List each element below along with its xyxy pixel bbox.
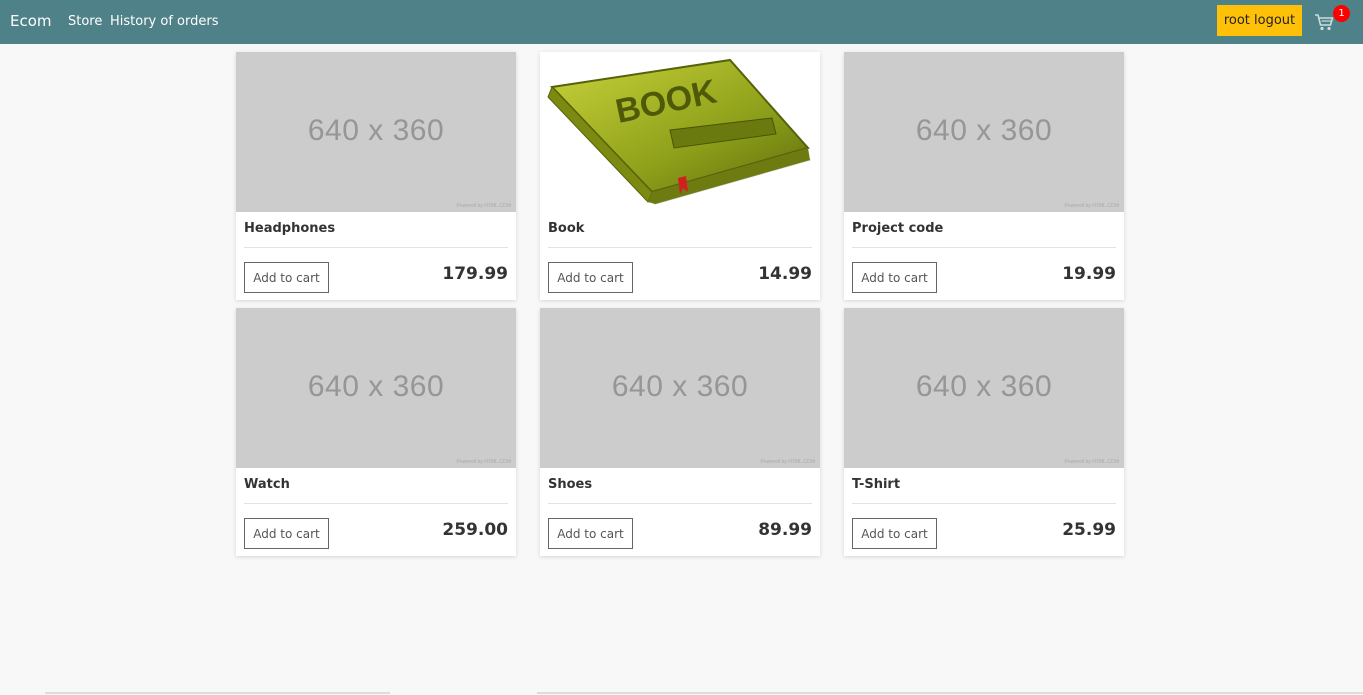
product-name: Project code (852, 221, 944, 236)
product-name: Watch (244, 477, 290, 492)
add-to-cart-button[interactable]: Add to cart (548, 518, 633, 549)
cart-count-badge: 1 (1333, 5, 1350, 22)
card-divider (852, 503, 1116, 504)
brand-logo[interactable]: Ecom (10, 12, 52, 30)
product-card: 640 x 360 Powered by HTML.COM Watch Add … (236, 308, 516, 556)
card-divider (548, 503, 812, 504)
image-watermark: Powered by HTML.COM (1064, 459, 1119, 465)
image-watermark: Powered by HTML.COM (456, 459, 511, 465)
product-name: Book (548, 221, 585, 236)
logout-button[interactable]: root logout (1217, 5, 1302, 36)
product-price: 25.99 (1062, 520, 1116, 540)
product-card: 640 x 360 Powered by HTML.COM Project co… (844, 52, 1124, 300)
shopping-cart-icon[interactable] (1314, 12, 1334, 32)
product-image: 640 x 360 Powered by HTML.COM (236, 52, 516, 212)
image-placeholder-text: 640 x 360 (307, 370, 445, 403)
bottom-divider (537, 692, 1363, 694)
nav-link-history-of-orders[interactable]: History of orders (110, 14, 218, 29)
add-to-cart-button[interactable]: Add to cart (852, 518, 937, 549)
product-price: 259.00 (442, 520, 508, 540)
image-placeholder-text: 640 x 360 (307, 114, 445, 147)
navbar: Ecom Store History of orders root logout… (0, 0, 1363, 44)
nav-link-store[interactable]: Store (68, 14, 102, 29)
image-placeholder-text: 640 x 360 (915, 114, 1053, 147)
product-image: 640 x 360 Powered by HTML.COM (844, 308, 1124, 468)
product-name: T-Shirt (852, 477, 901, 492)
bottom-divider (45, 692, 390, 694)
product-price: 179.99 (442, 264, 508, 284)
product-image: 640 x 360 Powered by HTML.COM (236, 308, 516, 468)
add-to-cart-button[interactable]: Add to cart (852, 262, 937, 293)
book-icon: BOOK (547, 58, 811, 205)
add-to-cart-button[interactable]: Add to cart (244, 262, 329, 293)
image-placeholder-text: 640 x 360 (611, 370, 749, 403)
product-price: 89.99 (758, 520, 812, 540)
product-card: BOOK Book Add to cart 14.99 (540, 52, 820, 300)
card-divider (244, 247, 508, 248)
add-to-cart-button[interactable]: Add to cart (548, 262, 633, 293)
product-price: 19.99 (1062, 264, 1116, 284)
card-divider (244, 503, 508, 504)
image-watermark: Powered by HTML.COM (1064, 203, 1119, 209)
product-image: 640 x 360 Powered by HTML.COM (540, 308, 820, 468)
image-watermark: Powered by HTML.COM (760, 459, 815, 465)
product-card: 640 x 360 Powered by HTML.COM Headphones… (236, 52, 516, 300)
product-price: 14.99 (758, 264, 812, 284)
product-image: 640 x 360 Powered by HTML.COM (844, 52, 1124, 212)
product-image: BOOK (540, 52, 820, 212)
image-watermark: Powered by HTML.COM (456, 203, 511, 209)
product-name: Shoes (548, 477, 593, 492)
card-divider (852, 247, 1116, 248)
product-card: 640 x 360 Powered by HTML.COM T-Shirt Ad… (844, 308, 1124, 556)
product-card: 640 x 360 Powered by HTML.COM Shoes Add … (540, 308, 820, 556)
product-name: Headphones (244, 221, 336, 236)
card-divider (548, 247, 812, 248)
add-to-cart-button[interactable]: Add to cart (244, 518, 329, 549)
image-placeholder-text: 640 x 360 (915, 370, 1053, 403)
